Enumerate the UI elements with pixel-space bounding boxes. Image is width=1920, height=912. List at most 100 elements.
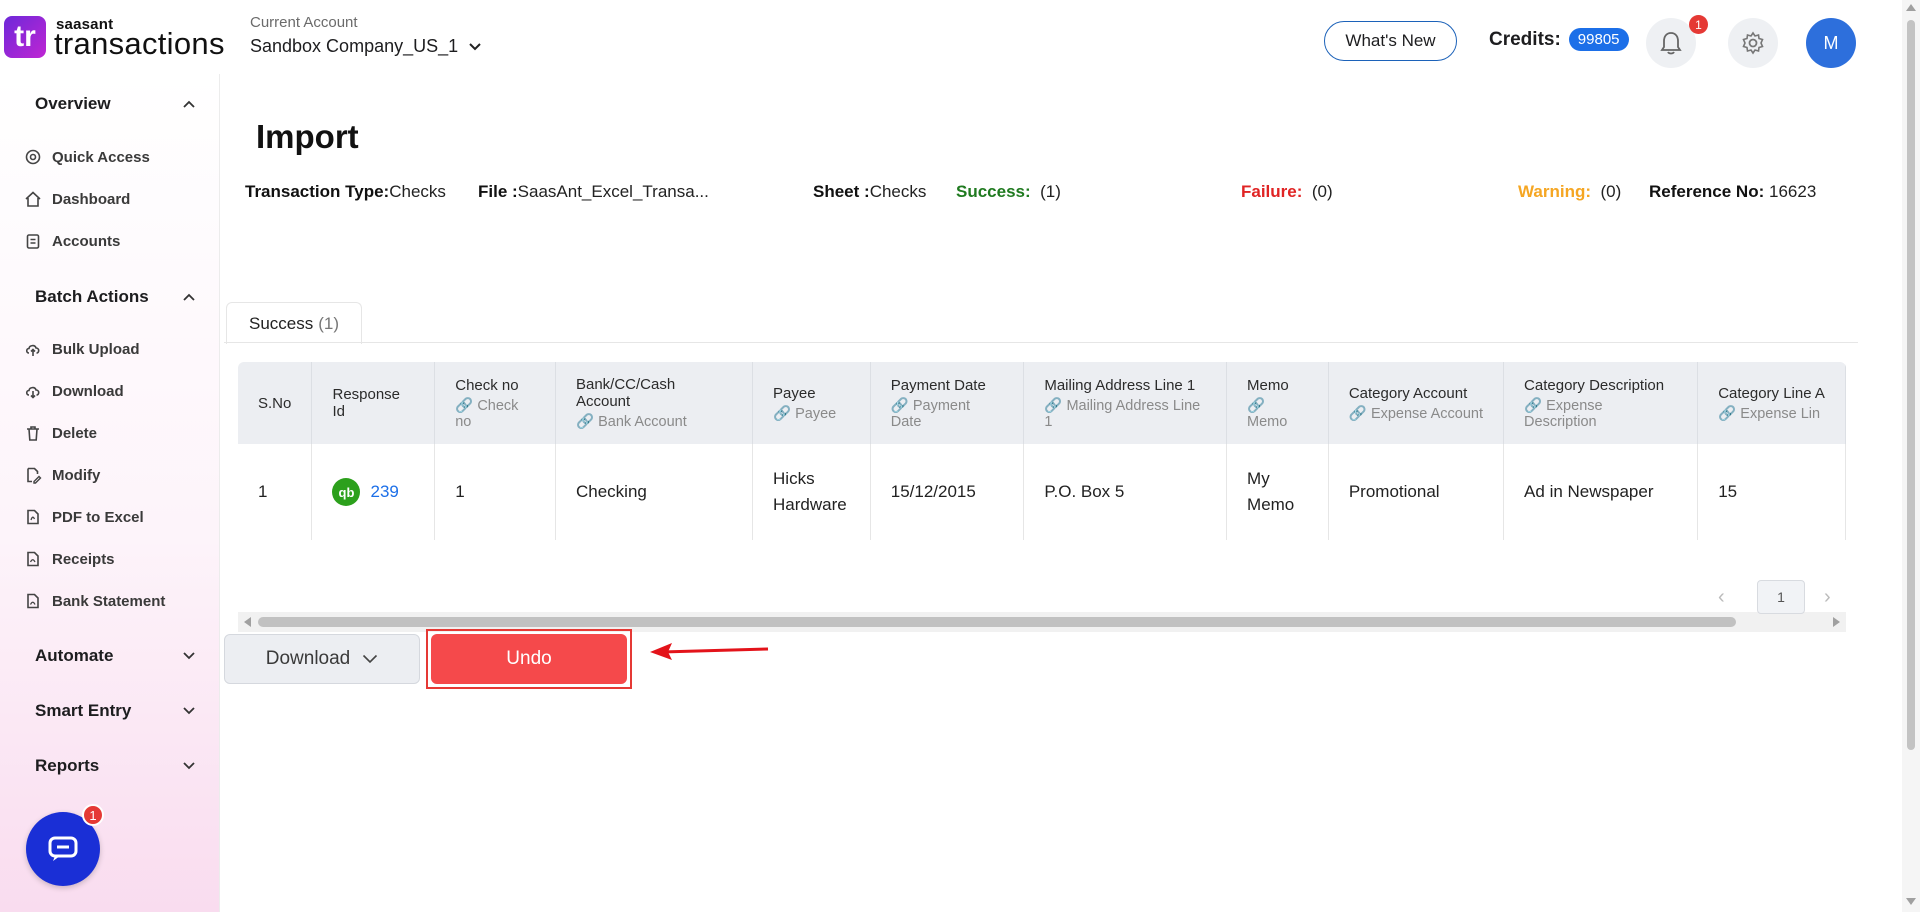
sidebar-item-label: Bulk Upload	[52, 340, 140, 358]
sidebar-item-receipts[interactable]: Receipts	[24, 550, 115, 568]
meta-label: Failure:	[1241, 182, 1303, 201]
col-mapping-text: Expense Account	[1370, 405, 1483, 422]
settings-button[interactable]	[1728, 18, 1778, 68]
scroll-right-icon[interactable]	[1833, 617, 1840, 627]
sidebar-item-accounts[interactable]: Accounts	[24, 232, 120, 250]
pager-prev-icon[interactable]: ‹	[1718, 586, 1725, 609]
pager-next-icon[interactable]: ›	[1824, 586, 1831, 609]
target-icon	[25, 149, 41, 165]
sidebar-item-quick-access[interactable]: Quick Access	[24, 148, 150, 166]
col-response-id: Response Id	[311, 362, 436, 444]
meta-value: Checks	[869, 182, 927, 201]
sidebar-section-batch-actions[interactable]: Batch Actions	[35, 287, 195, 307]
sidebar-section-automate[interactable]: Automate	[35, 646, 195, 666]
gear-icon	[1742, 31, 1764, 55]
meta-label: Transaction Type:	[245, 182, 390, 201]
chevron-down-icon	[183, 652, 195, 660]
meta-value: 16623	[1769, 182, 1817, 201]
chevron-up-icon	[183, 293, 195, 301]
scrollbar-thumb[interactable]	[258, 617, 1736, 627]
col-mapping-text: Payee	[795, 405, 837, 422]
section-label: Overview	[35, 94, 111, 113]
sidebar-item-delete[interactable]: Delete	[24, 424, 97, 442]
section-label: Smart Entry	[35, 701, 132, 720]
tab-success[interactable]: Success (1)	[226, 302, 362, 344]
whats-new-button[interactable]: What's New	[1324, 21, 1457, 61]
meta-label: Reference No:	[1649, 182, 1765, 201]
trash-icon	[27, 426, 39, 441]
chevron-up-icon	[183, 100, 195, 108]
clipboard-icon	[26, 234, 40, 249]
cell-payee: Hicks Hardware	[752, 444, 871, 540]
col-mapping: 🔗 Expense Lin	[1718, 405, 1821, 422]
sidebar: Overview Quick Access Dashboard Accounts…	[0, 74, 220, 912]
notification-badge: 1	[1689, 15, 1708, 34]
sidebar-item-label: Bank Statement	[52, 592, 166, 610]
avatar[interactable]: M	[1806, 18, 1856, 68]
cell-category-line: 15	[1697, 444, 1846, 540]
page-vertical-scrollbar[interactable]	[1902, 0, 1920, 912]
col-memo: Memo 🔗 Memo	[1226, 362, 1329, 444]
meta-value: SaasAnt_Excel_Transa...	[517, 182, 709, 201]
scrollbar-thumb[interactable]	[1907, 20, 1915, 750]
sidebar-item-label: Delete	[52, 424, 98, 442]
col-mapping-text: Payment Date	[890, 397, 971, 430]
meta-value: (0)	[1311, 182, 1333, 201]
cloud-download-icon	[25, 386, 40, 399]
brand-name: transactions	[54, 26, 225, 61]
sidebar-item-bulk-upload[interactable]: Bulk Upload	[24, 340, 140, 358]
sidebar-section-smart-entry[interactable]: Smart Entry	[35, 701, 195, 721]
table-header-row: S.No Response Id Check no 🔗 Check no Bank…	[238, 362, 1846, 444]
home-icon	[25, 191, 41, 207]
scroll-up-icon[interactable]	[1906, 4, 1916, 11]
col-title: Payee	[773, 384, 816, 402]
arrow-left-icon	[650, 643, 769, 660]
meta-label: Sheet :	[813, 182, 870, 201]
sidebar-item-label: Download	[52, 382, 124, 400]
sidebar-item-modify[interactable]: Modify	[24, 466, 100, 484]
meta-sheet: Sheet :Checks	[813, 182, 926, 202]
col-title: Response Id	[332, 386, 401, 420]
account-label: Current Account	[250, 14, 358, 31]
cell-sno: 1	[238, 444, 313, 540]
sidebar-item-pdf-to-excel[interactable]: PDF to Excel	[24, 508, 144, 526]
account-selector[interactable]: Sandbox Company_US_1	[250, 36, 482, 57]
cell-mailing-address: P.O. Box 5	[1023, 444, 1228, 540]
top-header: tr saasant transactions Current Account …	[0, 0, 1900, 74]
col-title: Mailing Address Line 1	[1044, 376, 1196, 394]
meta-file: File :SaasAnt_Excel_Transa...	[478, 182, 709, 202]
bell-icon	[1660, 32, 1682, 55]
tab-divider	[224, 342, 1858, 343]
col-title: Category Line A	[1718, 384, 1825, 402]
cloud-upload-icon	[25, 344, 40, 356]
pdf-file-icon	[27, 509, 39, 525]
undo-button[interactable]: Undo	[431, 634, 627, 684]
credits: Credits: 99805	[1489, 28, 1629, 51]
page-title: Import	[256, 118, 359, 155]
results-table: S.No Response Id Check no 🔗 Check no Bank…	[238, 362, 1846, 632]
col-mapping: 🔗 Payment Date	[890, 397, 971, 430]
col-title: Bank/CC/Cash Account	[575, 376, 676, 410]
sidebar-section-overview[interactable]: Overview	[35, 94, 195, 114]
sidebar-item-download[interactable]: Download	[24, 382, 124, 400]
cell-bank-account: Checking	[555, 444, 754, 540]
sidebar-item-label: Dashboard	[52, 190, 131, 208]
pager-page-number[interactable]: 1	[1757, 580, 1805, 614]
sidebar-item-dashboard[interactable]: Dashboard	[24, 190, 130, 208]
section-label: Batch Actions	[35, 287, 149, 306]
chevron-down-icon	[363, 654, 378, 664]
col-payment-date: Payment Date 🔗 Payment Date	[870, 362, 1025, 444]
download-dropdown-button[interactable]: Download	[224, 634, 420, 684]
chevron-down-icon	[183, 762, 195, 770]
edit-file-icon	[27, 467, 42, 484]
tab-count: (1)	[318, 313, 340, 333]
response-id-link[interactable]: 239	[370, 482, 398, 501]
sidebar-section-reports[interactable]: Reports	[35, 756, 195, 776]
col-sno: S.No	[238, 362, 313, 444]
scroll-down-icon[interactable]	[1906, 898, 1916, 905]
scroll-left-icon[interactable]	[244, 617, 251, 627]
sidebar-item-bank-statement[interactable]: Bank Statement	[24, 592, 165, 610]
app-logo[interactable]: tr	[4, 16, 46, 58]
credits-label: Credits:	[1489, 28, 1561, 50]
col-title: Payment Date	[890, 376, 986, 394]
